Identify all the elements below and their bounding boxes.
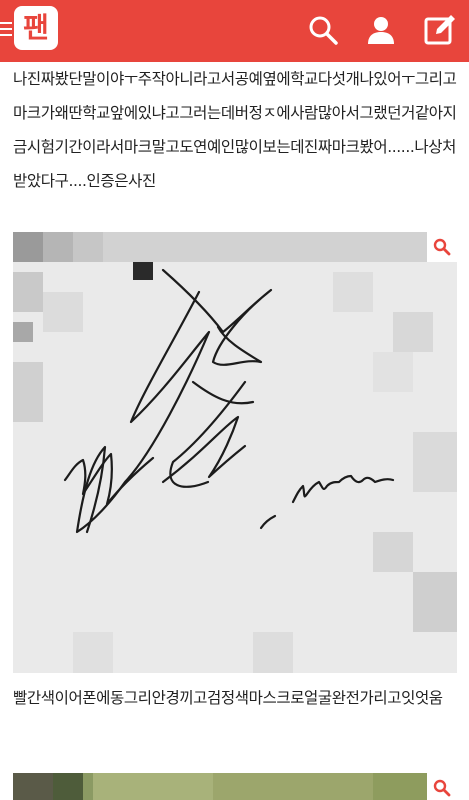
autograph-photo[interactable] [13, 232, 457, 673]
autograph-image [13, 232, 457, 673]
magnifier-icon [433, 238, 451, 256]
search-icon[interactable] [306, 13, 340, 47]
menu-icon[interactable] [0, 22, 14, 38]
post-content: 나진짜봤단말이야ㅜ주작아니라고서공예옆에학교다섯개나있어ㅜ그리고마크가왜딴학교앞… [13, 62, 457, 800]
outdoor-image [13, 773, 457, 800]
post-text-description: 빨간색이어폰에동그리안경끼고검정색마스크로얼굴완전가리고잇엇움 [13, 689, 443, 707]
magnifier-icon [433, 779, 451, 797]
outdoor-photo[interactable] [13, 773, 457, 800]
zoom-button[interactable] [427, 773, 457, 800]
top-bar: 팬 [0, 0, 469, 62]
user-icon[interactable] [364, 13, 398, 47]
edit-icon[interactable] [423, 13, 457, 47]
zoom-button[interactable] [427, 232, 457, 262]
app-logo[interactable]: 팬 [14, 6, 58, 50]
post-text-intro: 나진짜봤단말이야ㅜ주작아니라고서공예옆에학교다섯개나있어ㅜ그리고마크가왜딴학교앞… [13, 70, 457, 190]
